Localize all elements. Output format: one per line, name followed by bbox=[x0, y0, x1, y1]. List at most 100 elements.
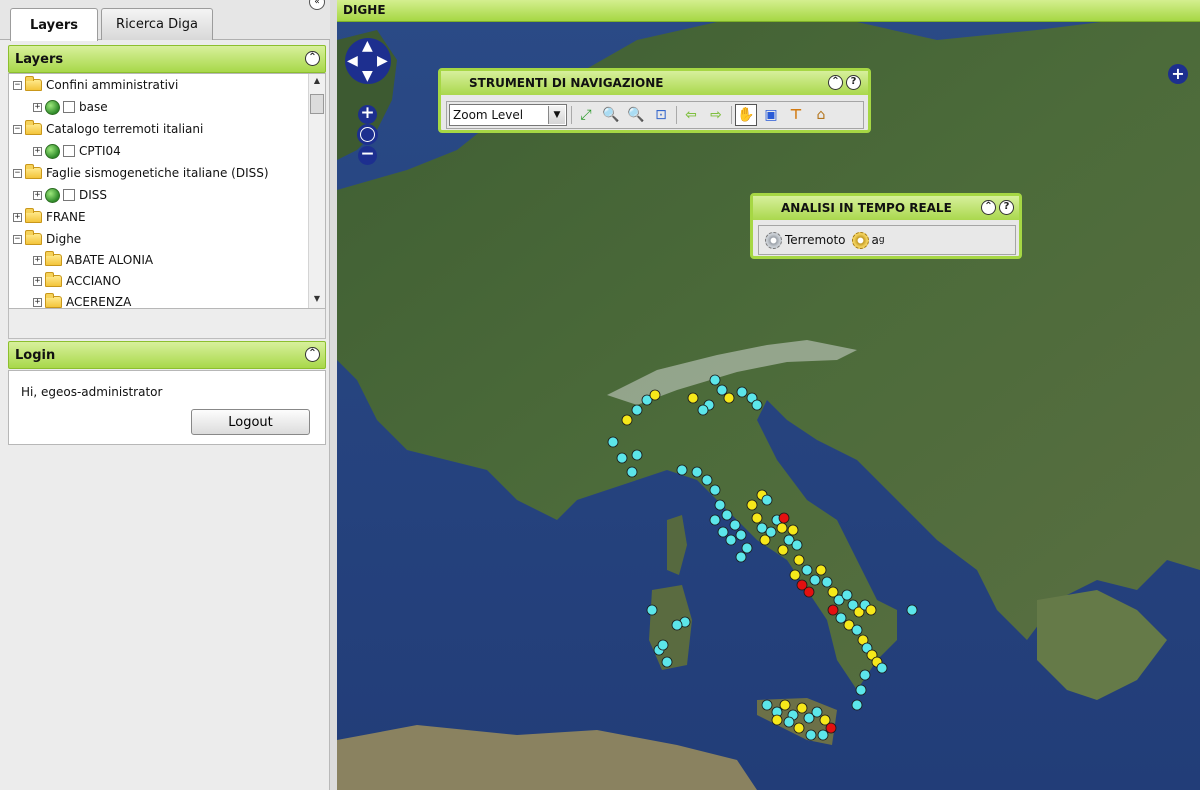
dam-marker[interactable] bbox=[723, 392, 735, 404]
pan-left-icon[interactable]: ◀ bbox=[347, 54, 358, 68]
dam-marker[interactable] bbox=[621, 414, 633, 426]
expand-icon[interactable]: + bbox=[13, 212, 22, 222]
dam-marker[interactable] bbox=[676, 464, 688, 476]
dam-marker[interactable] bbox=[751, 512, 763, 524]
dam-marker[interactable] bbox=[717, 526, 729, 538]
tree-scrollbar[interactable]: ▲ ▼ bbox=[308, 74, 325, 308]
collapse-layers-icon[interactable]: ⌃ bbox=[305, 51, 320, 66]
full-extent-icon[interactable]: ⤢ bbox=[575, 104, 597, 126]
dam-marker[interactable] bbox=[805, 729, 817, 741]
dam-marker[interactable] bbox=[809, 574, 821, 586]
expand-icon[interactable]: + bbox=[33, 276, 42, 286]
dam-marker[interactable] bbox=[616, 452, 628, 464]
layer-switcher-icon[interactable]: + bbox=[1168, 64, 1188, 84]
dam-marker[interactable] bbox=[626, 466, 638, 478]
home-icon[interactable]: ⌂ bbox=[810, 104, 832, 126]
dam-marker[interactable] bbox=[687, 392, 699, 404]
dam-marker[interactable] bbox=[859, 669, 871, 681]
collapse-icon[interactable]: − bbox=[13, 234, 22, 244]
scroll-thumb[interactable] bbox=[310, 94, 324, 114]
expand-icon[interactable]: + bbox=[33, 255, 42, 265]
dam-marker[interactable] bbox=[776, 522, 788, 534]
pan-control[interactable]: ▲ ▼ ◀ ▶ bbox=[345, 38, 391, 84]
dam-marker[interactable] bbox=[865, 604, 877, 616]
layer-checkbox[interactable] bbox=[63, 145, 75, 157]
tree-row-frane[interactable]: + FRANE bbox=[13, 207, 86, 227]
dam-marker[interactable] bbox=[841, 589, 853, 601]
dam-marker[interactable] bbox=[709, 514, 721, 526]
collapse-realtime-icon[interactable]: ⌃ bbox=[981, 200, 996, 215]
dam-marker[interactable] bbox=[778, 512, 790, 524]
dam-marker[interactable] bbox=[691, 466, 703, 478]
collapse-icon[interactable]: − bbox=[13, 124, 22, 134]
dam-marker[interactable] bbox=[765, 526, 777, 538]
pan-hand-icon[interactable]: ✋ bbox=[735, 104, 757, 126]
map-view[interactable]: DIGHE ▲ ▼ ◀ ▶ + − + STRUMENTI DI NAVIGAZ… bbox=[337, 0, 1200, 790]
select-box-icon[interactable]: ▣ bbox=[760, 104, 782, 126]
dam-marker[interactable] bbox=[793, 554, 805, 566]
collapse-login-icon[interactable]: ⌃ bbox=[305, 347, 320, 362]
dam-marker[interactable] bbox=[779, 699, 791, 711]
dam-marker[interactable] bbox=[855, 684, 867, 696]
dam-marker[interactable] bbox=[729, 519, 741, 531]
scroll-up-icon[interactable]: ▲ bbox=[309, 74, 325, 88]
tree-row-acerenza[interactable]: + ACERENZA bbox=[33, 292, 131, 308]
dam-marker[interactable] bbox=[751, 399, 763, 411]
next-view-icon[interactable]: ⇨ bbox=[705, 104, 727, 126]
dam-marker[interactable] bbox=[796, 702, 808, 714]
dam-marker[interactable] bbox=[876, 662, 888, 674]
dam-marker[interactable] bbox=[825, 722, 837, 734]
dam-marker[interactable] bbox=[789, 569, 801, 581]
dam-marker[interactable] bbox=[721, 509, 733, 521]
dam-marker[interactable] bbox=[746, 499, 758, 511]
dam-marker[interactable] bbox=[671, 619, 683, 631]
dam-marker[interactable] bbox=[771, 714, 783, 726]
zoom-level-select[interactable]: Zoom Level ▼ bbox=[449, 104, 567, 126]
collapse-panel-icon[interactable]: « bbox=[309, 0, 325, 10]
dam-marker[interactable] bbox=[714, 499, 726, 511]
dam-marker[interactable] bbox=[607, 436, 619, 448]
zoom-in-tool-icon[interactable]: 🔍 bbox=[600, 104, 622, 126]
dam-marker[interactable] bbox=[793, 722, 805, 734]
collapse-icon[interactable]: − bbox=[13, 80, 22, 90]
zoom-world-icon[interactable] bbox=[357, 124, 378, 145]
dam-marker[interactable] bbox=[735, 551, 747, 563]
dam-marker[interactable] bbox=[709, 484, 721, 496]
dam-marker[interactable] bbox=[657, 639, 669, 651]
dam-marker[interactable] bbox=[801, 564, 813, 576]
tab-ricerca-diga[interactable]: Ricerca Diga bbox=[101, 8, 213, 40]
help-icon[interactable]: ? bbox=[846, 75, 861, 90]
dam-marker[interactable] bbox=[709, 374, 721, 386]
tree-row-faglie[interactable]: − Faglie sismogenetiche italiane (DISS) bbox=[13, 163, 269, 183]
pan-down-icon[interactable]: ▼ bbox=[362, 69, 373, 83]
dam-marker[interactable] bbox=[787, 524, 799, 536]
dam-marker[interactable] bbox=[736, 386, 748, 398]
dam-marker[interactable] bbox=[777, 544, 789, 556]
dam-marker[interactable] bbox=[803, 586, 815, 598]
dam-marker[interactable] bbox=[741, 542, 753, 554]
dam-marker[interactable] bbox=[906, 604, 918, 616]
zoom-out-icon[interactable]: − bbox=[358, 146, 377, 165]
pan-right-icon[interactable]: ▶ bbox=[377, 54, 388, 68]
dam-marker[interactable] bbox=[646, 604, 658, 616]
dam-marker[interactable] bbox=[761, 699, 773, 711]
tab-layers[interactable]: Layers bbox=[10, 8, 98, 41]
ag-button[interactable]: ag bbox=[851, 231, 885, 249]
dam-marker[interactable] bbox=[817, 729, 829, 741]
earthquake-button[interactable]: Terremoto bbox=[765, 231, 846, 249]
dam-marker[interactable] bbox=[649, 389, 661, 401]
pan-up-icon[interactable]: ▲ bbox=[362, 39, 373, 53]
dam-marker[interactable] bbox=[851, 699, 863, 711]
dam-marker[interactable] bbox=[791, 539, 803, 551]
dam-marker[interactable] bbox=[821, 576, 833, 588]
measure-icon[interactable]: ⊤ bbox=[785, 104, 807, 126]
expand-icon[interactable]: + bbox=[33, 102, 42, 112]
previous-view-icon[interactable]: ⇦ bbox=[680, 104, 702, 126]
chevron-down-icon[interactable]: ▼ bbox=[548, 106, 565, 124]
layer-checkbox[interactable] bbox=[63, 101, 75, 113]
layer-checkbox[interactable] bbox=[63, 189, 75, 201]
tree-row-cpti04[interactable]: + CPTI04 bbox=[33, 141, 121, 161]
dam-marker[interactable] bbox=[835, 612, 847, 624]
tree-row-diss[interactable]: + DISS bbox=[33, 185, 107, 205]
tree-row-abate-alonia[interactable]: + ABATE ALONIA bbox=[33, 250, 153, 270]
